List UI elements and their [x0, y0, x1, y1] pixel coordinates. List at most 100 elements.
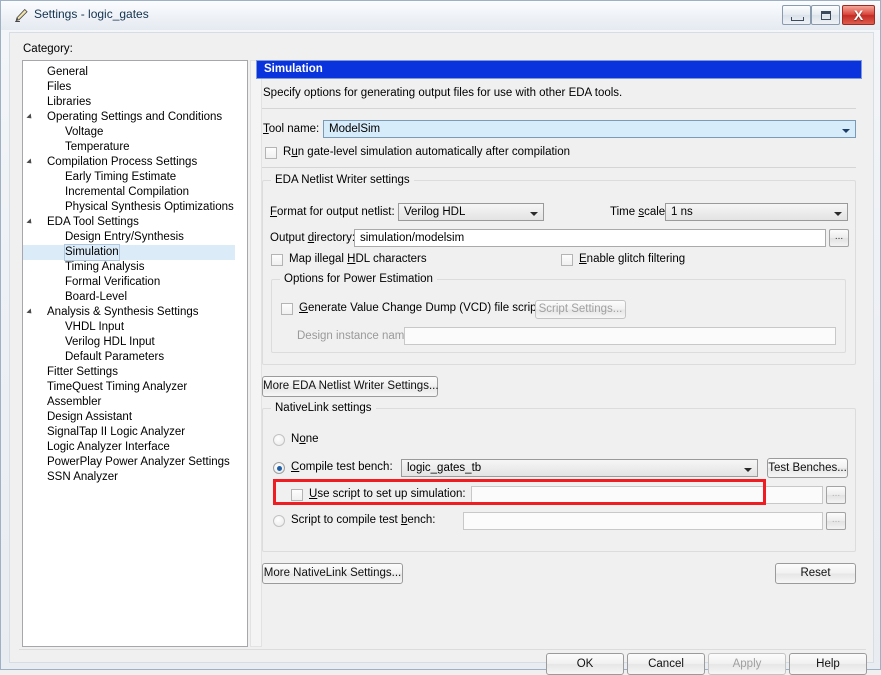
- use-script-setup-browse-button[interactable]: ...: [826, 486, 846, 504]
- tree-item-label: Timing Analysis: [65, 261, 145, 273]
- tree-item-early-timing-estimate[interactable]: Early Timing Estimate: [23, 170, 235, 185]
- script-compile-test-bench-radio[interactable]: [273, 515, 285, 527]
- tool-name-combobox[interactable]: ModelSim: [323, 120, 856, 138]
- run-gate-level-checkbox[interactable]: [265, 147, 277, 159]
- script-settings-button[interactable]: Script Settings...: [535, 300, 626, 319]
- tree-item-label: Simulation: [64, 244, 120, 261]
- compile-test-bench-combobox[interactable]: logic_gates_tb: [401, 459, 758, 477]
- settings-window: Settings - logic_gates X Category: Gener…: [0, 0, 881, 675]
- chevron-down-icon[interactable]: [830, 205, 846, 219]
- nativelink-group: NativeLink settings: [262, 402, 856, 552]
- chevron-down-icon[interactable]: [740, 461, 756, 475]
- close-button[interactable]: X: [842, 5, 875, 25]
- tree-item-assembler[interactable]: Assembler: [23, 395, 235, 410]
- more-eda-netlist-writer-settings-button[interactable]: More EDA Netlist Writer Settings...: [262, 376, 439, 397]
- tool-name-label: Tool name:: [263, 123, 320, 135]
- tree-item-incremental-compilation[interactable]: Incremental Compilation: [23, 185, 235, 200]
- chevron-down-icon[interactable]: [526, 205, 542, 219]
- section-header: Simulation: [256, 60, 862, 79]
- tree-item-logic-analyzer-interface[interactable]: Logic Analyzer Interface: [23, 440, 235, 455]
- more-eda-netlist-writer-settings-label: More EDA Netlist Writer Settings...: [263, 380, 439, 392]
- tree-item-label: Physical Synthesis Optimizations: [65, 201, 234, 213]
- tree-item-design-entry-synthesis[interactable]: Design Entry/Synthesis: [23, 230, 235, 245]
- map-illegal-hdl-checkbox[interactable]: [271, 254, 283, 266]
- apply-label: Apply: [732, 658, 762, 670]
- more-nativelink-settings-button[interactable]: More NativeLink Settings...: [262, 563, 403, 584]
- ok-label: OK: [576, 658, 594, 670]
- expand-arrow-icon[interactable]: [26, 308, 34, 316]
- cancel-button[interactable]: Cancel: [627, 653, 705, 675]
- minimize-button[interactable]: [782, 5, 811, 25]
- tree-item-general[interactable]: General: [23, 65, 235, 80]
- script-compile-test-bench-input[interactable]: [463, 512, 823, 530]
- tree-item-temperature[interactable]: Temperature: [23, 140, 235, 155]
- category-label: Category:: [23, 43, 73, 55]
- tree-item-compilation-process-settings[interactable]: Compilation Process Settings: [23, 155, 235, 170]
- tree-item-operating-settings-and-conditions[interactable]: Operating Settings and Conditions: [23, 110, 235, 125]
- time-scale-combobox[interactable]: 1 ns: [665, 203, 848, 221]
- tree-item-board-level[interactable]: Board-Level: [23, 290, 235, 305]
- tree-item-powerplay-power-analyzer-settings[interactable]: PowerPlay Power Analyzer Settings: [23, 455, 235, 470]
- output-directory-value: simulation/modelsim: [360, 232, 465, 244]
- output-directory-input[interactable]: simulation/modelsim: [354, 229, 826, 247]
- tree-item-timequest-timing-analyzer[interactable]: TimeQuest Timing Analyzer: [23, 380, 235, 395]
- script-compile-browse-button[interactable]: ...: [826, 512, 846, 530]
- run-gate-level-label: Run gate-level simulation automatically …: [283, 146, 571, 158]
- expand-arrow-icon[interactable]: [26, 113, 34, 121]
- tree-item-timing-analysis[interactable]: Timing Analysis: [23, 260, 235, 275]
- tree-item-label: Assembler: [47, 396, 102, 408]
- category-tree[interactable]: General Files Libraries Operating Settings …: [22, 60, 248, 647]
- tree-item-files[interactable]: Files: [23, 80, 235, 95]
- tree-item-libraries[interactable]: Libraries: [23, 95, 235, 110]
- tree-item-eda-tool-settings[interactable]: EDA Tool Settings: [23, 215, 235, 230]
- use-script-setup-checkbox[interactable]: [291, 489, 303, 501]
- design-instance-input[interactable]: [404, 327, 836, 345]
- tree-item-verilog-hdl-input[interactable]: Verilog HDL Input: [23, 335, 235, 350]
- tree-item-label: Files: [47, 81, 72, 93]
- ok-button[interactable]: OK: [546, 653, 624, 675]
- output-directory-browse-button[interactable]: ...: [829, 229, 849, 247]
- compile-test-bench-label: Compile test bench:: [291, 461, 393, 473]
- help-button[interactable]: Help: [789, 653, 867, 675]
- tree-item-label: Default Parameters: [65, 351, 165, 363]
- tree-item-label: Design Entry/Synthesis: [65, 231, 184, 243]
- use-script-setup-input[interactable]: [471, 486, 823, 504]
- tool-name-value: ModelSim: [329, 123, 381, 135]
- nativelink-none-radio[interactable]: [273, 434, 285, 446]
- chevron-down-icon[interactable]: [838, 122, 854, 136]
- test-benches-button[interactable]: Test Benches...: [767, 458, 848, 478]
- tree-item-formal-verification[interactable]: Formal Verification: [23, 275, 235, 290]
- compile-test-bench-radio[interactable]: [273, 462, 285, 474]
- tree-item-signaltap-ii-logic-analyzer[interactable]: SignalTap II Logic Analyzer: [23, 425, 235, 440]
- reset-label: Reset: [800, 567, 831, 579]
- apply-button[interactable]: Apply: [708, 653, 786, 675]
- pencil-icon: [15, 8, 28, 22]
- maximize-button[interactable]: [811, 5, 840, 25]
- dialog-client-area: Category: General Files Libraries Operating…: [9, 32, 874, 675]
- tree-item-design-assistant[interactable]: Design Assistant: [23, 410, 235, 425]
- tree-item-label: Compilation Process Settings: [47, 156, 198, 168]
- time-scale-label: Time scale:: [610, 206, 669, 218]
- tree-item-analysis-synthesis-settings[interactable]: Analysis & Synthesis Settings: [23, 305, 235, 320]
- enable-glitch-filtering-label: Enable glitch filtering: [579, 253, 686, 265]
- output-directory-label: Output directory:: [270, 232, 356, 244]
- window-title: Settings - logic_gates: [34, 7, 149, 21]
- tree-item-simulation[interactable]: Simulation: [23, 244, 235, 261]
- test-benches-label: Test Benches...: [768, 462, 847, 474]
- tree-item-default-parameters[interactable]: Default Parameters: [23, 350, 235, 365]
- enable-glitch-filtering-checkbox[interactable]: [561, 254, 573, 266]
- tree-item-ssn-analyzer[interactable]: SSN Analyzer: [23, 470, 235, 485]
- reset-button[interactable]: Reset: [775, 563, 856, 584]
- expand-arrow-icon[interactable]: [26, 158, 34, 166]
- nativelink-group-title: NativeLink settings: [271, 402, 376, 414]
- format-output-netlist-combobox[interactable]: Verilog HDL: [398, 203, 544, 221]
- expand-arrow-icon[interactable]: [26, 218, 34, 226]
- generate-vcd-checkbox[interactable]: [281, 303, 293, 315]
- map-illegal-hdl-label: Map illegal HDL characters: [289, 253, 427, 265]
- tree-item-voltage[interactable]: Voltage: [23, 125, 235, 140]
- tree-item-vhdl-input[interactable]: VHDL Input: [23, 320, 235, 335]
- section-header-label: Simulation: [264, 63, 323, 75]
- tree-item-fitter-settings[interactable]: Fitter Settings: [23, 365, 235, 380]
- cancel-label: Cancel: [648, 658, 684, 670]
- tree-item-physical-synthesis-optimizations[interactable]: Physical Synthesis Optimizations: [23, 200, 235, 215]
